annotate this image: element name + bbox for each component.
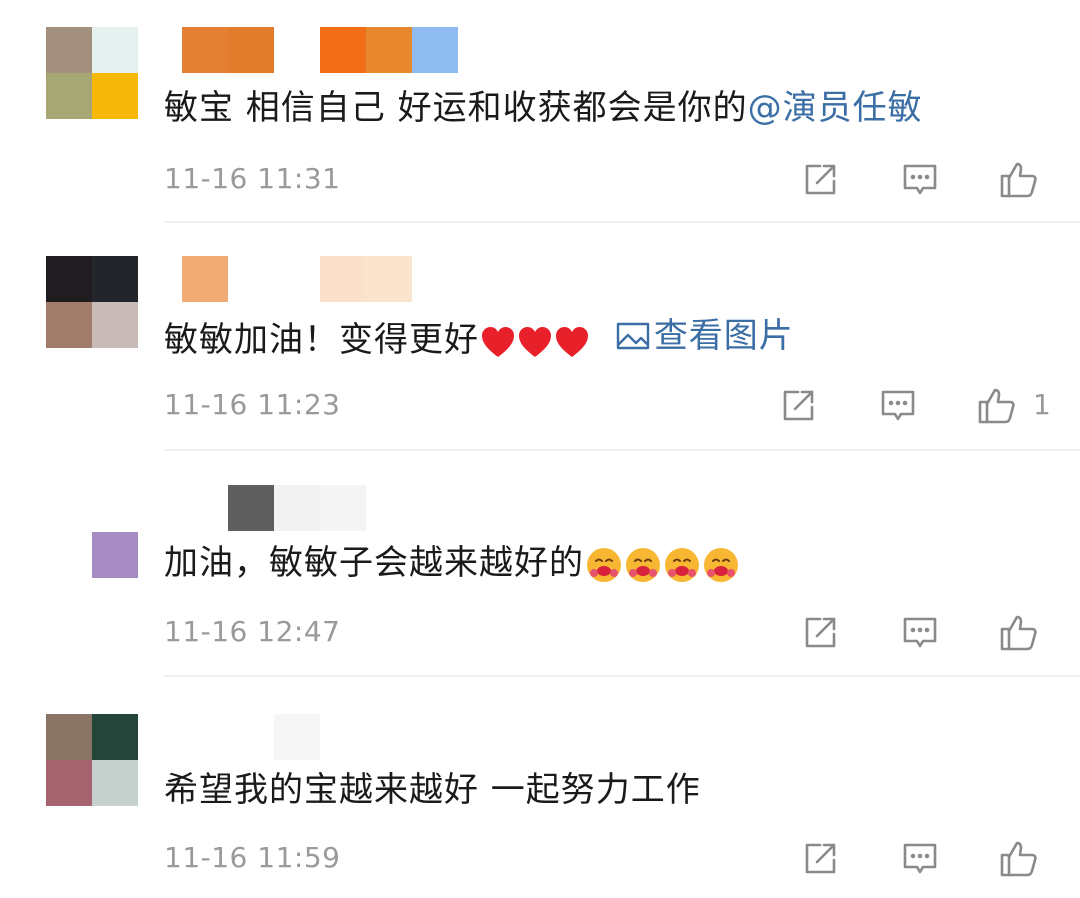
image-icon [616,322,650,350]
username-blurred[interactable] [182,27,552,83]
heart-emoji-icon [482,326,514,357]
comment-text: 敏宝 相信自己 好运和收获都会是你的@演员任敏 [164,88,923,128]
timestamp: 11-16 11:31 [164,162,341,195]
timestamp: 11-16 12:47 [164,615,341,648]
avatar[interactable] [46,256,138,348]
like-icon[interactable] [998,837,1040,879]
divider [164,221,1080,223]
comment-text: 希望我的宝越来越好 一起努力工作 [164,770,701,810]
username-blurred[interactable] [182,714,342,770]
avatar[interactable] [92,532,138,578]
like-icon[interactable] [976,384,1018,426]
avatar[interactable] [46,27,138,119]
heart-emoji-icon [556,326,588,357]
username-blurred[interactable] [182,485,382,541]
repost-icon[interactable] [800,160,840,200]
avatar[interactable] [46,714,138,806]
comment-icon[interactable] [900,839,940,879]
timestamp: 11-16 11:23 [164,388,341,421]
repost-icon[interactable] [800,839,840,879]
view-image-link[interactable]: 查看图片 [616,316,794,356]
mention-link[interactable]: @演员任敏 [748,88,923,128]
comment-icon[interactable] [900,160,940,200]
like-count: 1 [1033,388,1051,421]
username-blurred[interactable] [182,256,562,312]
like-icon[interactable] [998,611,1040,653]
repost-icon[interactable] [778,386,818,426]
comment-text: 加油，敏敏子会越来越好的 [164,543,740,584]
hugging-face-emoji-icon [626,547,660,582]
repost-icon[interactable] [800,613,840,653]
comment-icon[interactable] [878,386,918,426]
divider [164,675,1080,677]
divider [164,449,1080,451]
hugging-face-emoji-icon [587,547,621,582]
like-icon[interactable] [998,158,1040,200]
timestamp: 11-16 11:59 [164,841,341,874]
comment-icon[interactable] [900,613,940,653]
hugging-face-emoji-icon [704,547,738,582]
heart-emoji-icon [519,326,551,357]
hugging-face-emoji-icon [665,547,699,582]
comment-text: 敏敏加油！变得更好 查看图片 [164,316,794,360]
